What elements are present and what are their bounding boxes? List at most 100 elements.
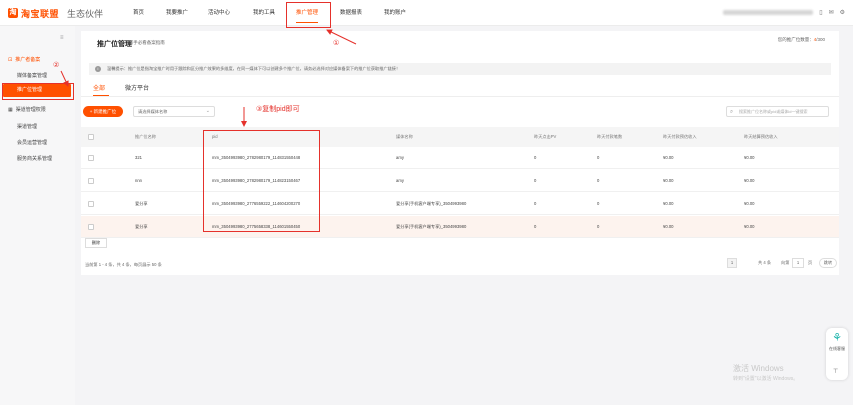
- info-icon: i: [95, 66, 101, 72]
- cell-media: 爱分享(手机客户端专享)_3504993980: [396, 201, 467, 206]
- logo-subtitle: 生态伙伴: [67, 8, 104, 19]
- mail-icon[interactable]: ✉: [829, 9, 834, 16]
- table-row[interactable]: 爱分享 mm_3504993980_2776559222_11460420027…: [81, 193, 839, 215]
- select-all-checkbox[interactable]: [88, 134, 94, 140]
- column-header-media: 媒体名称: [396, 134, 413, 139]
- table-row[interactable]: 321 mm_3504993980_2782980179_11483155044…: [81, 147, 839, 169]
- pagination: 1 共 4 条 向第 1 页 跳转: [727, 258, 839, 268]
- watermark-line2: 转到"设置"以激活 Windows。: [733, 376, 799, 382]
- media-select[interactable]: 请选择媒体名称 ⌄: [133, 106, 215, 117]
- adzone-quota: 您的推广位数量：4/300: [778, 37, 825, 43]
- table-row[interactable]: nnn mm_3504993980_2782980179_11482315046…: [81, 170, 839, 192]
- cell-orders: 0: [597, 178, 600, 183]
- pagination-summary: 当前第 1 - 4 条，共 4 条，每页展示 50 条: [85, 262, 162, 267]
- search-placeholder: 搜索推广位名称或pid或媒体id一键搜索: [739, 109, 808, 114]
- customer-service-widget[interactable]: ⚘ 在线客服 ⊤: [826, 328, 848, 380]
- main-panel: 推广位管理 ⓘ 新手必看备案指南 您的推广位数量：4/300 i 温馨提示：推广…: [81, 31, 839, 275]
- cell-settle-income: ¥0.00: [744, 201, 755, 206]
- sidebar-group-filing[interactable]: ⊡ 推广者备案: [8, 56, 41, 64]
- annotation-step3: ③复制pid即可: [256, 106, 300, 113]
- cell-orders: 0: [597, 155, 600, 160]
- grid-icon: ▦: [8, 106, 13, 113]
- taobao-logo-icon: 淘: [8, 8, 18, 18]
- nav-activity[interactable]: 活动中心: [208, 0, 230, 26]
- logo-text: 淘宝联盟: [21, 8, 60, 19]
- tab-all[interactable]: 全部: [93, 83, 105, 92]
- tab-platform[interactable]: 微方平台: [125, 83, 149, 92]
- column-header-orders: 昨天付款笔数: [597, 134, 623, 139]
- service-icon: ⚘: [832, 332, 842, 344]
- row-checkbox[interactable]: [88, 155, 94, 161]
- sidebar-item-channel[interactable]: 渠道管理: [17, 123, 37, 130]
- column-header-name: 推广位名称: [135, 134, 156, 139]
- row-checkbox[interactable]: [88, 178, 94, 184]
- table-header: 推广位名称 pid 媒体名称 昨天点击PV 昨天付款笔数 昨天付款预估收入 昨天…: [81, 127, 839, 147]
- column-header-pv: 昨天点击PV: [534, 134, 557, 139]
- table-row[interactable]: 爱分享 mm_3504993980_2775658338_11460155045…: [81, 216, 839, 238]
- nav-promote[interactable]: 我要推广: [166, 0, 188, 26]
- cell-est-income: ¥0.00: [663, 224, 674, 229]
- page-1-button[interactable]: 1: [727, 258, 737, 268]
- nav-account[interactable]: 我的账户: [384, 0, 406, 26]
- sidebar-item-member-ops[interactable]: 会员运营管理: [17, 139, 47, 146]
- annotation-box-pid: [203, 130, 320, 232]
- new-adzone-button[interactable]: + 新建推广位: [83, 106, 123, 117]
- cell-settle-income: ¥0.00: [744, 178, 755, 183]
- chevron-down-icon: ⌄: [205, 108, 210, 114]
- annotation-box-sidebar: [2, 83, 74, 100]
- cell-orders: 0: [597, 224, 600, 229]
- settings-icon[interactable]: ⚙: [840, 9, 845, 16]
- page-jump-input[interactable]: 1: [792, 258, 804, 268]
- cell-pv: 0: [534, 178, 537, 183]
- pager-page-label: 页: [808, 260, 813, 265]
- quota-total: /300: [816, 37, 825, 42]
- cell-name: 爱分享: [135, 201, 148, 206]
- help-link[interactable]: ⓘ 新手必看备案指南: [123, 40, 165, 46]
- cell-name: 爱分享: [135, 224, 148, 229]
- notification-icon[interactable]: ▯: [819, 9, 822, 16]
- quota-label: 您的推广位数量：: [777, 37, 814, 42]
- cell-pv: 0: [534, 201, 537, 206]
- cell-est-income: ¥0.00: [663, 155, 674, 160]
- nav-reports[interactable]: 数据报表: [340, 0, 362, 26]
- column-header-settle-income: 昨天结算预估收入: [744, 134, 778, 139]
- pager-total: 共 4 条: [758, 260, 772, 265]
- windows-activation-watermark: 激活 Windows 转到"设置"以激活 Windows。: [733, 364, 798, 384]
- notice-text: 温馨提示：推广位是指淘宝推广时用于跟踪和区分推广效果的多维度，在同一媒体下可以创…: [107, 66, 401, 71]
- collapse-icon[interactable]: ≡: [60, 35, 64, 41]
- tabs-divider: [81, 96, 839, 97]
- sidebar-group-channel-label: 渠道管理权限: [15, 107, 46, 113]
- logo[interactable]: 淘 淘宝联盟 生态伙伴: [8, 7, 103, 19]
- sidebar-group-filing-label: 推广者备案: [15, 57, 41, 63]
- cell-name: nnn: [135, 178, 142, 183]
- back-to-top-icon[interactable]: ⊤: [833, 368, 838, 375]
- column-header-est-income: 昨天付款预估收入: [663, 134, 697, 139]
- customer-service-label: 在线客服: [829, 346, 845, 351]
- top-header: 淘 淘宝联盟 生态伙伴 首页 我要推广 活动中心 我的工具 推广管理 数据报表 …: [0, 0, 853, 26]
- sidebar-item-service-provider[interactable]: 服务商关系管理: [17, 155, 52, 162]
- search-input[interactable]: ⌕ 搜索推广位名称或pid或媒体id一键搜索: [726, 106, 829, 117]
- cell-name: 321: [135, 155, 142, 160]
- jump-button[interactable]: 跳转: [819, 258, 837, 268]
- cell-est-income: ¥0.00: [663, 201, 674, 206]
- cell-media: amy: [396, 155, 404, 160]
- annotation-step1: ①: [333, 40, 340, 47]
- media-select-value: 请选择媒体名称: [138, 109, 168, 114]
- nav-tools[interactable]: 我的工具: [253, 0, 275, 26]
- blurred-username: [723, 10, 814, 15]
- row-checkbox[interactable]: [88, 201, 94, 207]
- sidebar-group-channel[interactable]: ▦ 渠道管理权限: [8, 106, 46, 114]
- sidebar-item-media-filing[interactable]: 媒体备案管理: [17, 72, 47, 79]
- header-user-area: ▯ ✉ ⚙: [723, 9, 845, 16]
- annotation-step2: ②: [53, 62, 60, 69]
- delete-button[interactable]: 删除: [85, 238, 107, 248]
- cell-orders: 0: [597, 201, 600, 206]
- annotation-box-nav: [286, 2, 331, 28]
- cell-media: amy: [396, 178, 404, 183]
- cell-settle-income: ¥0.00: [744, 155, 755, 160]
- cell-est-income: ¥0.00: [663, 178, 674, 183]
- row-checkbox[interactable]: [88, 224, 94, 230]
- cell-pv: 0: [534, 224, 537, 229]
- nav-home[interactable]: 首页: [133, 0, 144, 26]
- notice-bar: i 温馨提示：推广位是指淘宝推广时用于跟踪和区分推广效果的多维度，在同一媒体下可…: [89, 63, 831, 75]
